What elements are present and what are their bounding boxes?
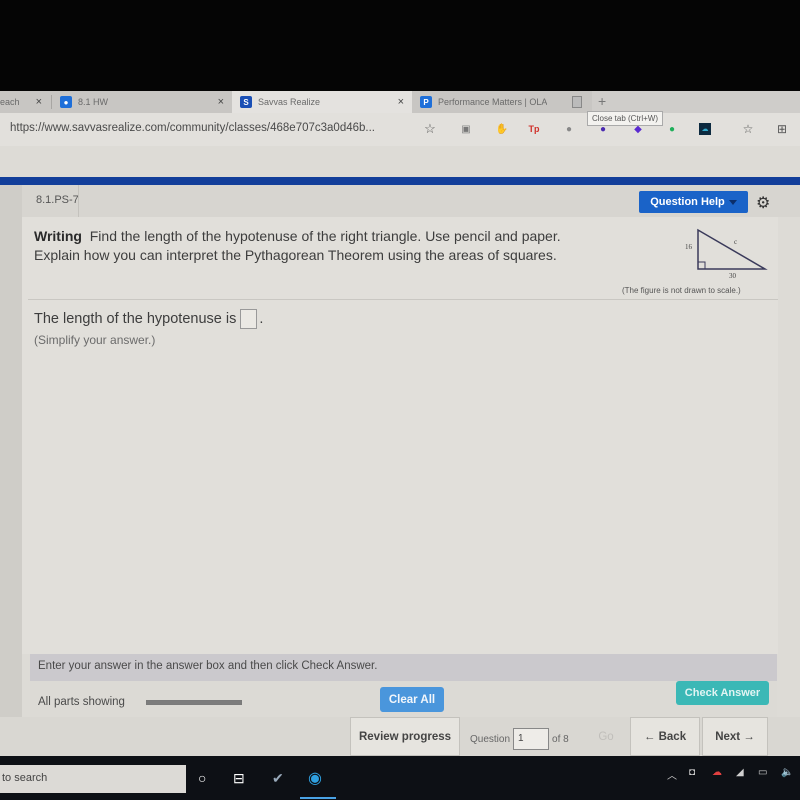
- clear-all-button[interactable]: Clear All: [380, 687, 444, 712]
- parts-row: All parts showing Clear All Check Answer: [30, 681, 777, 717]
- url-field[interactable]: https://www.savvasrealize.com/community/…: [10, 122, 375, 134]
- question-label: Question: [470, 733, 511, 745]
- hypotenuse-label: c: [734, 238, 737, 246]
- parts-progress-bar: [146, 700, 242, 705]
- star-icon[interactable]: ☆: [424, 121, 436, 136]
- top-accent-bar: [0, 177, 800, 185]
- question-number-input[interactable]: 1: [513, 728, 550, 750]
- parts-label: All parts showing: [38, 696, 125, 708]
- answer-hint: (Simplify your answer.): [34, 333, 156, 347]
- triangle-shape: [697, 228, 768, 270]
- right-angle-marker: [697, 261, 706, 270]
- meet-icon[interactable]: ◘: [689, 767, 695, 778]
- question-panel: Writing Find the length of the hypotenus…: [22, 217, 778, 654]
- cloud-icon[interactable]: ☁: [699, 123, 711, 135]
- person-icon: ●: [60, 96, 72, 108]
- question-line-1: Find the length of the hypotenuse of the…: [89, 228, 561, 244]
- question-line-2: Explain how you can interpret the Pythag…: [34, 247, 557, 263]
- divider: [78, 185, 79, 217]
- close-tab-icon[interactable]: ×: [398, 96, 404, 108]
- battery-icon[interactable]: ▭: [758, 767, 767, 778]
- tab-close-icon[interactable]: [572, 96, 582, 108]
- tooltip: Close tab (Ctrl+W): [587, 111, 664, 126]
- question-id: 8.1.PS-7: [36, 194, 79, 206]
- close-tab-icon[interactable]: ×: [36, 96, 42, 108]
- answer-statement: The length of the hypotenuse is .: [34, 309, 263, 329]
- caret-down-icon: [728, 200, 737, 205]
- edge-icon[interactable]: ◉: [308, 768, 322, 788]
- question-text: Writing Find the length of the hypotenus…: [34, 227, 674, 265]
- question-help-button[interactable]: Question Help: [639, 191, 748, 213]
- tab-label: Savvas Realize: [258, 97, 321, 107]
- question-navigation: Review progress Question 1 of 8 Go ← Bac…: [0, 717, 800, 756]
- go-button[interactable]: Go: [588, 717, 624, 756]
- grammarly-icon[interactable]: ●: [666, 123, 678, 135]
- instruction-bar: Enter your answer in the answer box and …: [30, 654, 777, 681]
- question-total: of 8: [552, 733, 569, 745]
- answer-input[interactable]: [240, 309, 258, 329]
- question-type-label: Writing: [34, 228, 82, 244]
- taskbar-search[interactable]: to search: [0, 765, 186, 793]
- browser-tab-strip: each × ● 8.1 HW × S Savvas Realize × P P…: [0, 91, 800, 113]
- volume-icon[interactable]: 🔈: [781, 767, 793, 778]
- screen-bezel: [0, 0, 800, 91]
- hand-icon[interactable]: ✋: [496, 123, 508, 135]
- divider: [28, 299, 778, 300]
- answer-prefix: The length of the hypotenuse is: [34, 311, 237, 327]
- tp-icon[interactable]: Tp: [528, 123, 540, 135]
- answer-suffix: .: [259, 311, 264, 327]
- new-tab-button[interactable]: +: [598, 93, 606, 109]
- savvas-icon: S: [240, 96, 252, 108]
- cortana-icon[interactable]: ○: [198, 770, 206, 786]
- tab-savvas-realize[interactable]: S Savvas Realize ×: [232, 91, 412, 113]
- close-tab-icon[interactable]: ×: [218, 96, 224, 108]
- active-app-indicator: [300, 797, 336, 799]
- back-button[interactable]: ← Back: [630, 717, 700, 756]
- tab-performance-matters[interactable]: P Performance Matters | OLA: [412, 91, 592, 113]
- taskbar: to search ○ ⊟ ✔ ◉ ︿ ◘ ☁ ◢ ▭ 🔈: [0, 756, 800, 800]
- tab-search[interactable]: each ×: [0, 91, 52, 113]
- leg-vertical-label: 16: [685, 243, 693, 251]
- onedrive-icon[interactable]: ☁: [712, 767, 722, 778]
- gear-icon[interactable]: ⚙: [756, 193, 770, 213]
- address-bar: https://www.savvasrealize.com/community/…: [0, 113, 800, 146]
- search-placeholder: to search: [2, 772, 48, 784]
- instruction-text: Enter your answer in the answer box and …: [38, 660, 378, 672]
- task-view-icon[interactable]: ⊟: [233, 770, 245, 787]
- left-strip: [0, 185, 22, 756]
- figure-caption: (The figure is not drawn to scale.): [622, 286, 741, 295]
- tab-label: 8.1 HW: [78, 97, 109, 107]
- collections-icon[interactable]: ⊞: [776, 122, 788, 136]
- leg-horizontal-label: 30: [729, 272, 737, 280]
- question-jump: Question 1 of 8: [470, 728, 569, 750]
- extension-icon[interactable]: ▣: [460, 123, 472, 135]
- question-header: 8.1.PS-7 Question Help ⚙: [0, 185, 800, 217]
- check-answer-button[interactable]: Check Answer: [676, 681, 769, 705]
- tab-label: each: [0, 97, 20, 107]
- parts-progress-fill: [147, 701, 241, 704]
- review-progress-button[interactable]: Review progress: [350, 717, 460, 756]
- tab-8-1-hw[interactable]: ● 8.1 HW ×: [52, 91, 232, 113]
- performance-matters-icon: P: [420, 96, 432, 108]
- tab-label: Performance Matters | OLA: [438, 97, 548, 107]
- right-triangle-figure: 16 c 30: [685, 228, 768, 280]
- wifi-icon[interactable]: ◢: [736, 767, 744, 778]
- favorites-icon[interactable]: ☆: [742, 122, 754, 136]
- chevron-up-icon[interactable]: ︿: [667, 767, 677, 782]
- question-help-label: Question Help: [650, 196, 725, 208]
- circle-icon[interactable]: ●: [563, 123, 575, 135]
- page-content: 8.1.PS-7 Question Help ⚙ Writing Find th…: [0, 146, 800, 756]
- steam-icon[interactable]: ✔: [272, 770, 284, 787]
- next-button[interactable]: Next →: [702, 717, 768, 756]
